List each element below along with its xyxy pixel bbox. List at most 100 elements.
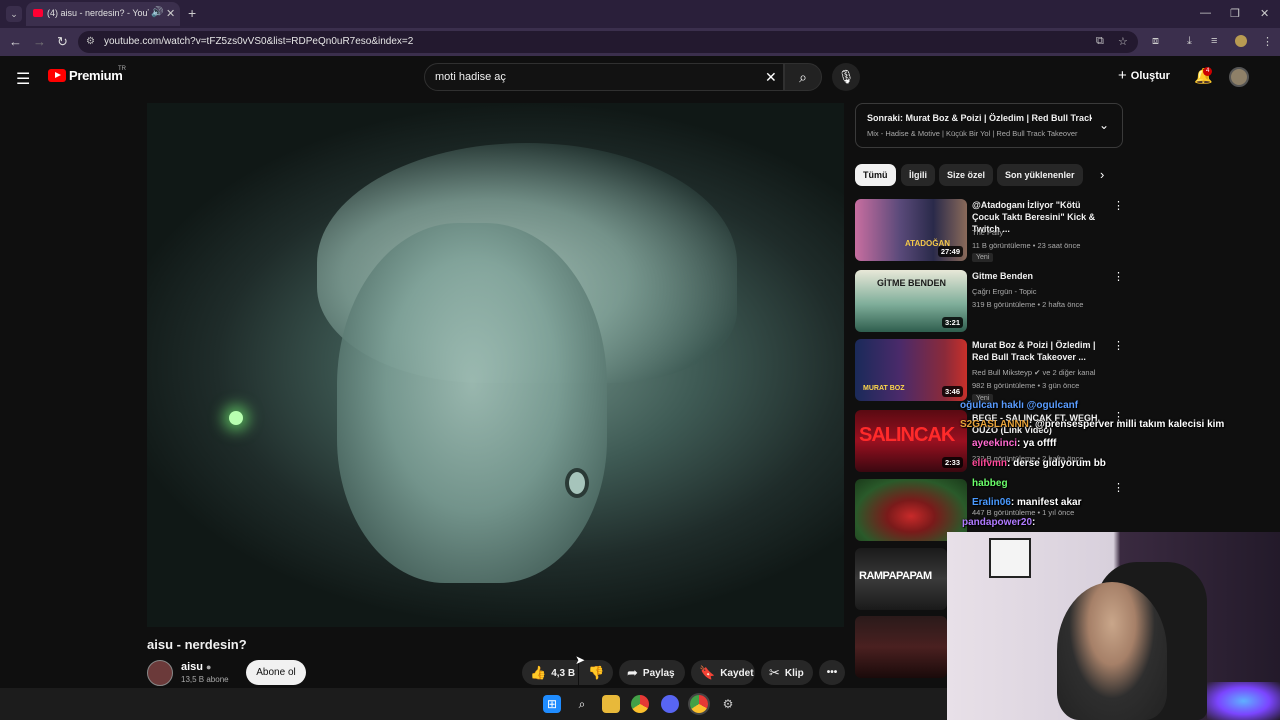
chevron-down-icon[interactable]: ⌄ (1099, 118, 1109, 132)
install-app-icon[interactable]: ⧉ (1096, 35, 1104, 48)
recommendation-meta: 11 B görüntüleme • 23 saat önce (972, 241, 1081, 250)
chrome-icon[interactable] (631, 695, 649, 713)
address-bar[interactable]: ⚙ youtube.com/watch?v=tFZ5zs0vVS0&list=R… (78, 31, 1138, 53)
thumbs-down-icon: 👎 (588, 665, 605, 680)
chip-related[interactable]: İlgili (901, 164, 935, 186)
streamer-webcam (947, 532, 1280, 720)
back-icon[interactable]: ← (9, 34, 22, 49)
more-vertical-icon[interactable]: ⋮ (1113, 339, 1124, 352)
video-player[interactable] (147, 103, 844, 627)
chat-message: ayeekinci: ya offff (972, 438, 1057, 449)
chat-message: oğulcan haklı @ogulcanf (960, 400, 1078, 411)
speaker-icon[interactable]: 🔊 (151, 7, 163, 18)
video-thumbnail: SALINCAK 2:33 (855, 410, 967, 472)
taskbar-search-icon[interactable]: ⌕ (573, 695, 591, 713)
microphone-icon: 🎙 (837, 69, 855, 84)
search-button[interactable]: ⌕ (784, 63, 822, 91)
chip-all[interactable]: Tümü (855, 164, 896, 186)
account-avatar[interactable] (1229, 67, 1249, 87)
recommendation-meta: 447 B görüntüleme • 1 yıl önce (972, 508, 1075, 517)
recommendation-item[interactable]: GİTME BENDEN 3:21 Gitme Benden Çağrı Erg… (855, 270, 1125, 332)
scissors-icon: ✂ (769, 665, 780, 680)
thumbnail-text: RAMPAPAPAM (859, 570, 932, 582)
browser-toolbar: ← → ↻ ⚙ youtube.com/watch?v=tFZ5zs0vVS0&… (0, 28, 1280, 56)
search-input[interactable]: moti hadise aç ✕ (424, 63, 784, 91)
recommendation-item[interactable]: ATADOĞAN 27:49 @Atadoganı İzliyor "Kötü … (855, 199, 1125, 262)
restore-icon[interactable]: ❐ (1230, 7, 1240, 20)
duration-badge: 3:21 (941, 317, 963, 328)
forward-icon[interactable]: → (33, 34, 46, 49)
more-vertical-icon[interactable]: ⋮ (1113, 270, 1124, 283)
extensions-icon[interactable]: ⧈ (1152, 35, 1159, 48)
chevron-right-icon[interactable]: › (1100, 167, 1104, 182)
video-thumbnail: RAMPAPAPAM (855, 548, 947, 610)
save-button[interactable]: 🔖 Kaydet (691, 660, 755, 685)
tab-search-icon[interactable]: ⌄ (6, 6, 22, 22)
new-tab-icon[interactable]: + (188, 5, 196, 21)
discord-icon[interactable] (661, 695, 679, 713)
more-vertical-icon[interactable]: ⋮ (1113, 481, 1124, 494)
clip-label: Klip (784, 668, 804, 679)
file-explorer-icon[interactable] (602, 695, 620, 713)
channel-avatar[interactable] (147, 660, 173, 686)
youtube-logo-icon[interactable] (48, 69, 66, 82)
voice-search-button[interactable]: 🎙 (832, 63, 860, 91)
like-count: 4,3 B (551, 668, 576, 679)
like-button[interactable]: 👍 4,3 B (522, 660, 578, 685)
clear-search-icon[interactable]: ✕ (765, 69, 777, 86)
recommendation-item[interactable] (855, 616, 947, 678)
close-window-icon[interactable]: ✕ (1260, 7, 1269, 20)
close-tab-icon[interactable]: ✕ (166, 7, 175, 20)
chat-text: : derse gidiyorum bb (1007, 458, 1106, 469)
streamer (1057, 582, 1167, 720)
chat-text: : ya offff (1017, 438, 1057, 449)
site-info-icon[interactable]: ⚙ (86, 36, 95, 47)
chat-text: : (1032, 517, 1036, 528)
bookmark-star-icon[interactable]: ☆ (1118, 35, 1128, 48)
video-frame-earring (565, 468, 589, 498)
youtube-premium-logo[interactable]: Premium (69, 68, 123, 83)
chip-for-you[interactable]: Size özel (939, 164, 994, 186)
chip-recent[interactable]: Son yüklenenler (997, 164, 1083, 186)
up-next-panel[interactable]: Sonraki: Murat Boz & Poizi | Özledim | R… (855, 103, 1123, 148)
country-code: TR (118, 66, 126, 72)
chat-message: Eralin06: manifest akar (972, 497, 1082, 508)
more-actions-button[interactable]: ••• (819, 660, 845, 685)
chat-text: : manifest akar (1010, 497, 1082, 508)
chat-message: elifvmn: derse gidiyorum bb (972, 458, 1106, 469)
create-button[interactable]: + Oluştur (1118, 67, 1170, 84)
more-vertical-icon[interactable]: ⋮ (1113, 199, 1124, 212)
share-button[interactable]: ➦ Paylaş (619, 660, 685, 685)
reading-list-icon[interactable]: ≡ (1211, 35, 1217, 47)
clip-button[interactable]: ✂ Klip (761, 660, 813, 685)
tab-title: (4) aisu - nerdesin? - YouTube (47, 8, 149, 18)
subscribe-button[interactable]: Abone ol (246, 660, 306, 685)
chat-username: pandapower20 (962, 517, 1033, 528)
menu-hamburger-icon[interactable]: ☰ (16, 69, 30, 89)
thumbs-up-icon: 👍 (530, 665, 547, 680)
share-label: Paylaş (642, 668, 675, 679)
browser-tab[interactable]: (4) aisu - nerdesin? - YouTube 🔊 ✕ (26, 2, 180, 26)
rgb-light (1207, 682, 1280, 720)
recommendation-item[interactable]: MURAT BOZ 3:46 Murat Boz & Poizi | Özled… (855, 339, 1125, 403)
thumbnail-text: GİTME BENDEN (877, 278, 947, 288)
video-title: aisu - nerdesin? (147, 637, 247, 652)
video-thumbnail: GİTME BENDEN 3:21 (855, 270, 967, 332)
browser-profile-avatar[interactable] (1235, 35, 1247, 47)
reload-icon[interactable]: ↻ (57, 34, 68, 50)
settings-gear-icon[interactable]: ⚙ (719, 695, 737, 713)
recommendation-channel: Çağrı Ergün - Topic (972, 287, 1037, 296)
more-horizontal-icon: ••• (826, 667, 838, 678)
create-label: Oluştur (1130, 70, 1170, 82)
recommendation-item[interactable]: RAMPAPAPAM (855, 548, 947, 610)
channel-name[interactable]: aisu ● (181, 661, 211, 673)
minimize-icon[interactable]: — (1200, 7, 1211, 19)
chrome-active-icon[interactable] (690, 695, 708, 713)
save-label: Kaydet (720, 668, 754, 679)
subscriber-count: 13,5 B abone (181, 675, 229, 684)
cat-poster (989, 538, 1031, 578)
windows-start-icon[interactable]: ⊞ (543, 695, 561, 713)
new-badge: Yeni (972, 253, 994, 262)
browser-menu-icon[interactable]: ⋮ (1262, 35, 1273, 48)
download-icon[interactable]: ⤓ (1187, 35, 1192, 48)
